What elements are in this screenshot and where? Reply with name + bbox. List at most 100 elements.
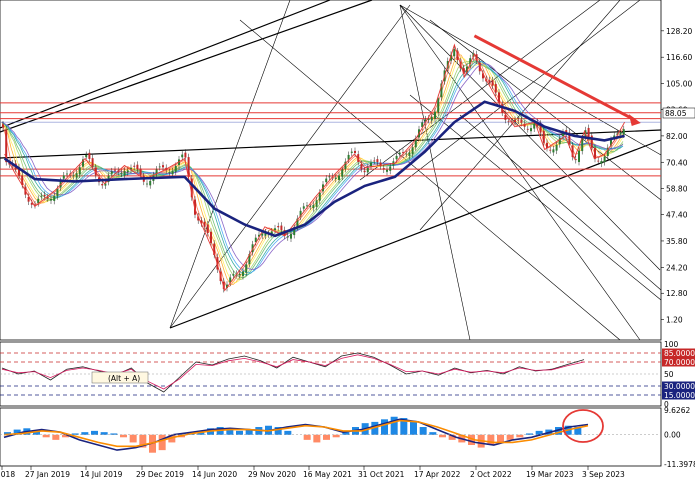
candle-body: [203, 221, 206, 227]
candle-body: [389, 166, 392, 171]
time-tick-label: 29 Dec 2019: [136, 470, 184, 479]
candle-body: [280, 225, 283, 231]
candle-body: [325, 178, 328, 183]
price-tick-label: 12.80: [666, 289, 688, 298]
candle-body: [53, 195, 56, 201]
macd-tick-label: -11.3978: [664, 460, 695, 469]
price-tick-label: 58.80: [666, 185, 688, 194]
candle-body: [494, 83, 497, 93]
candle-body: [43, 194, 46, 197]
candle-body: [120, 172, 123, 174]
candle-body: [366, 167, 369, 173]
candle-body: [370, 162, 372, 167]
candle-body: [338, 175, 340, 180]
candle-body: [341, 169, 344, 177]
oscillator-tick-label: 100: [664, 340, 679, 349]
candle-body: [587, 127, 590, 138]
candle-body: [328, 176, 331, 178]
candle-body: [603, 156, 606, 163]
candle-body: [162, 165, 164, 168]
macd-histogram-bar: [410, 421, 417, 435]
candle-body: [274, 228, 276, 231]
candle-body: [574, 159, 577, 161]
price-tick-label: 47.40: [666, 211, 688, 220]
candle-body: [245, 264, 248, 273]
candle-body: [78, 167, 81, 175]
candle-body: [210, 231, 212, 243]
candle-body: [232, 274, 235, 276]
time-tick-label: 31 Oct 2021: [358, 470, 405, 479]
candle-body: [238, 273, 241, 276]
candle-body: [302, 206, 305, 209]
candle-body: [354, 150, 356, 153]
candle-body: [181, 154, 184, 158]
candle-body: [520, 119, 523, 123]
candle-body: [56, 188, 59, 197]
candle-body: [309, 205, 312, 207]
candle-body: [158, 166, 161, 168]
oscillator-tick-label: 15.0000: [664, 391, 695, 400]
candle-body: [72, 175, 75, 177]
macd-histogram-bar: [313, 434, 321, 443]
time-tick-label: 2 Oct 2022: [470, 470, 512, 479]
candle-body: [373, 160, 376, 162]
macd-histogram-bar: [236, 430, 243, 435]
candle-body: [50, 198, 52, 201]
candle-body: [453, 49, 456, 57]
candle-body: [507, 121, 510, 123]
candle-body: [88, 152, 91, 159]
macd-histogram-bar: [100, 432, 108, 435]
candle-body: [386, 169, 388, 172]
price-tick-label: 70.40: [666, 158, 688, 167]
candle-body: [91, 158, 94, 167]
time-tick-label: 2018: [0, 470, 15, 479]
candle-body: [290, 233, 292, 239]
candle-body: [75, 173, 78, 178]
current-price-label: 88.05: [665, 109, 687, 118]
candle-body: [2, 124, 4, 128]
candle-body: [85, 154, 88, 158]
candle-body: [133, 165, 136, 167]
oscillator-tick-label: 85.0000: [664, 349, 695, 358]
macd-histogram-bar: [81, 432, 89, 435]
candle-body: [62, 175, 65, 179]
macd-histogram-bar: [439, 434, 446, 438]
candle-body: [514, 119, 516, 122]
candle-body: [552, 149, 555, 153]
macd-histogram-bar: [52, 434, 60, 440]
candle-body: [40, 195, 43, 197]
price-tick-label: 24.20: [666, 263, 688, 272]
candle-body: [139, 168, 142, 175]
candle-body: [146, 183, 148, 185]
price-tick-label: 35.80: [666, 237, 688, 246]
candle-body: [622, 129, 625, 135]
candle-body: [363, 170, 366, 173]
candle-body: [37, 198, 40, 204]
candle-body: [123, 171, 126, 176]
macd-histogram-bar: [429, 432, 437, 435]
macd-histogram-bar: [129, 434, 137, 443]
oscillator-tick-label: 30.0000: [664, 382, 695, 391]
time-tick-label: 27 Jan 2019: [25, 470, 70, 479]
oscillator-tick-label: 70.0000: [664, 358, 695, 367]
macd-histogram-bar: [381, 419, 388, 435]
candle-body: [398, 152, 401, 154]
candle-body: [149, 180, 152, 186]
macd-tick-label: 9.6262: [664, 406, 690, 415]
candle-body: [619, 132, 622, 135]
price-tick-label: 1.20: [666, 316, 683, 325]
candle-body: [411, 147, 414, 155]
candle-body: [334, 177, 337, 179]
candle-body: [174, 165, 177, 172]
time-tick-label: 14 Jun 2020: [192, 470, 237, 479]
time-tick-label: 16 May 2021: [303, 470, 352, 479]
candle-body: [437, 98, 440, 113]
candle-body: [110, 171, 113, 174]
price-tick-label: 116.60: [666, 53, 692, 62]
candle-body: [526, 128, 529, 130]
macd-histogram-bar: [323, 434, 330, 440]
candle-body: [597, 160, 600, 162]
candle-body: [405, 153, 408, 155]
time-tick-label: 3 Sep 2023: [582, 470, 625, 479]
price-tick-label: 105.00: [666, 80, 692, 89]
